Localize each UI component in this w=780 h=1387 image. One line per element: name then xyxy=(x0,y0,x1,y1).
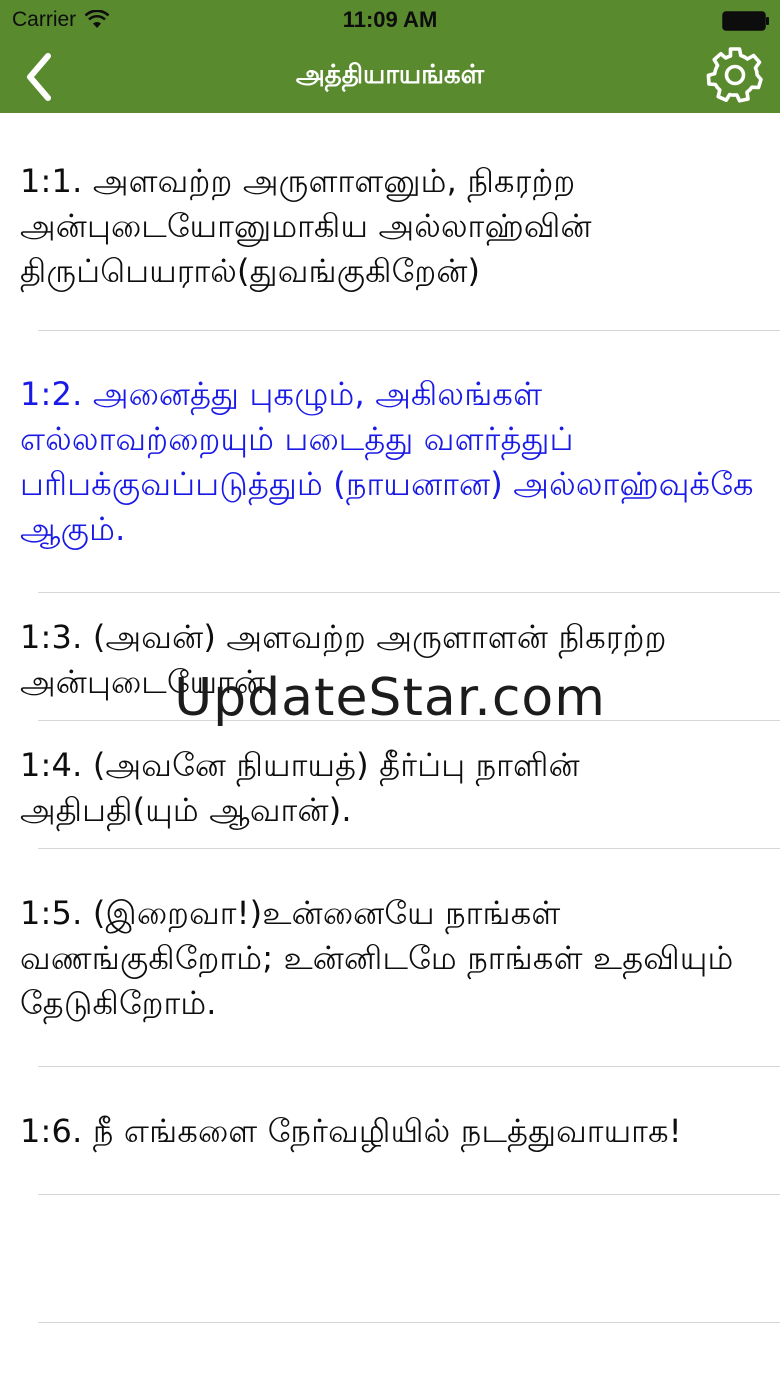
verse-row-3[interactable]: 1:3. (அவன்) அளவற்ற அருளாளன் நிகரற்ற அன்ப… xyxy=(0,593,780,721)
verse-text: 1:1. அளவற்ற அருளாளனும், நிகரற்ற அன்புடைய… xyxy=(20,162,592,290)
verse-row-7[interactable] xyxy=(0,1195,780,1323)
page-title: அத்தியாயங்கள் xyxy=(295,60,485,90)
verse-text: 1:2. அனைத்து புகழும், அகிலங்கள் எல்லாவற்… xyxy=(20,375,754,548)
verse-text: 1:6. நீ எங்களை நேர்வழியில் நடத்துவாயாக! xyxy=(20,1112,682,1150)
verse-row-4[interactable]: 1:4. (அவனே நியாயத்) தீர்ப்பு நாளின் அதிப… xyxy=(0,721,780,849)
verse-list: 1:1. அளவற்ற அருளாளனும், நிகரற்ற அன்புடைய… xyxy=(0,113,780,1323)
row-separator xyxy=(38,1322,780,1323)
verse-row-1[interactable]: 1:1. அளவற்ற அருளாளனும், நிகரற்ற அன்புடைய… xyxy=(0,113,780,331)
status-time: 11:09 AM xyxy=(342,7,438,32)
verse-row-5[interactable]: 1:5. (இறைவா!)உன்னையே நாங்கள் வணங்குகிறோம… xyxy=(0,849,780,1067)
status-bar: Carrier 11:09 AM xyxy=(0,0,780,40)
battery-icon xyxy=(722,11,769,31)
verse-text: 1:5. (இறைவா!)உன்னையே நாங்கள் வணங்குகிறோம… xyxy=(20,894,734,1022)
verse-row-2[interactable]: 1:2. அனைத்து புகழும், அகிலங்கள் எல்லாவற்… xyxy=(0,331,780,593)
navigation-bar: அத்தியாயங்கள் xyxy=(0,40,780,113)
settings-button[interactable] xyxy=(706,46,764,104)
verse-text: 1:4. (அவனே நியாயத்) தீர்ப்பு நாளின் அதிப… xyxy=(20,746,580,829)
verse-row-6[interactable]: 1:6. நீ எங்களை நேர்வழியில் நடத்துவாயாக! xyxy=(0,1067,780,1195)
verse-text: 1:3. (அவன்) அளவற்ற அருளாளன் நிகரற்ற அன்ப… xyxy=(20,618,667,701)
gear-icon xyxy=(706,47,763,103)
